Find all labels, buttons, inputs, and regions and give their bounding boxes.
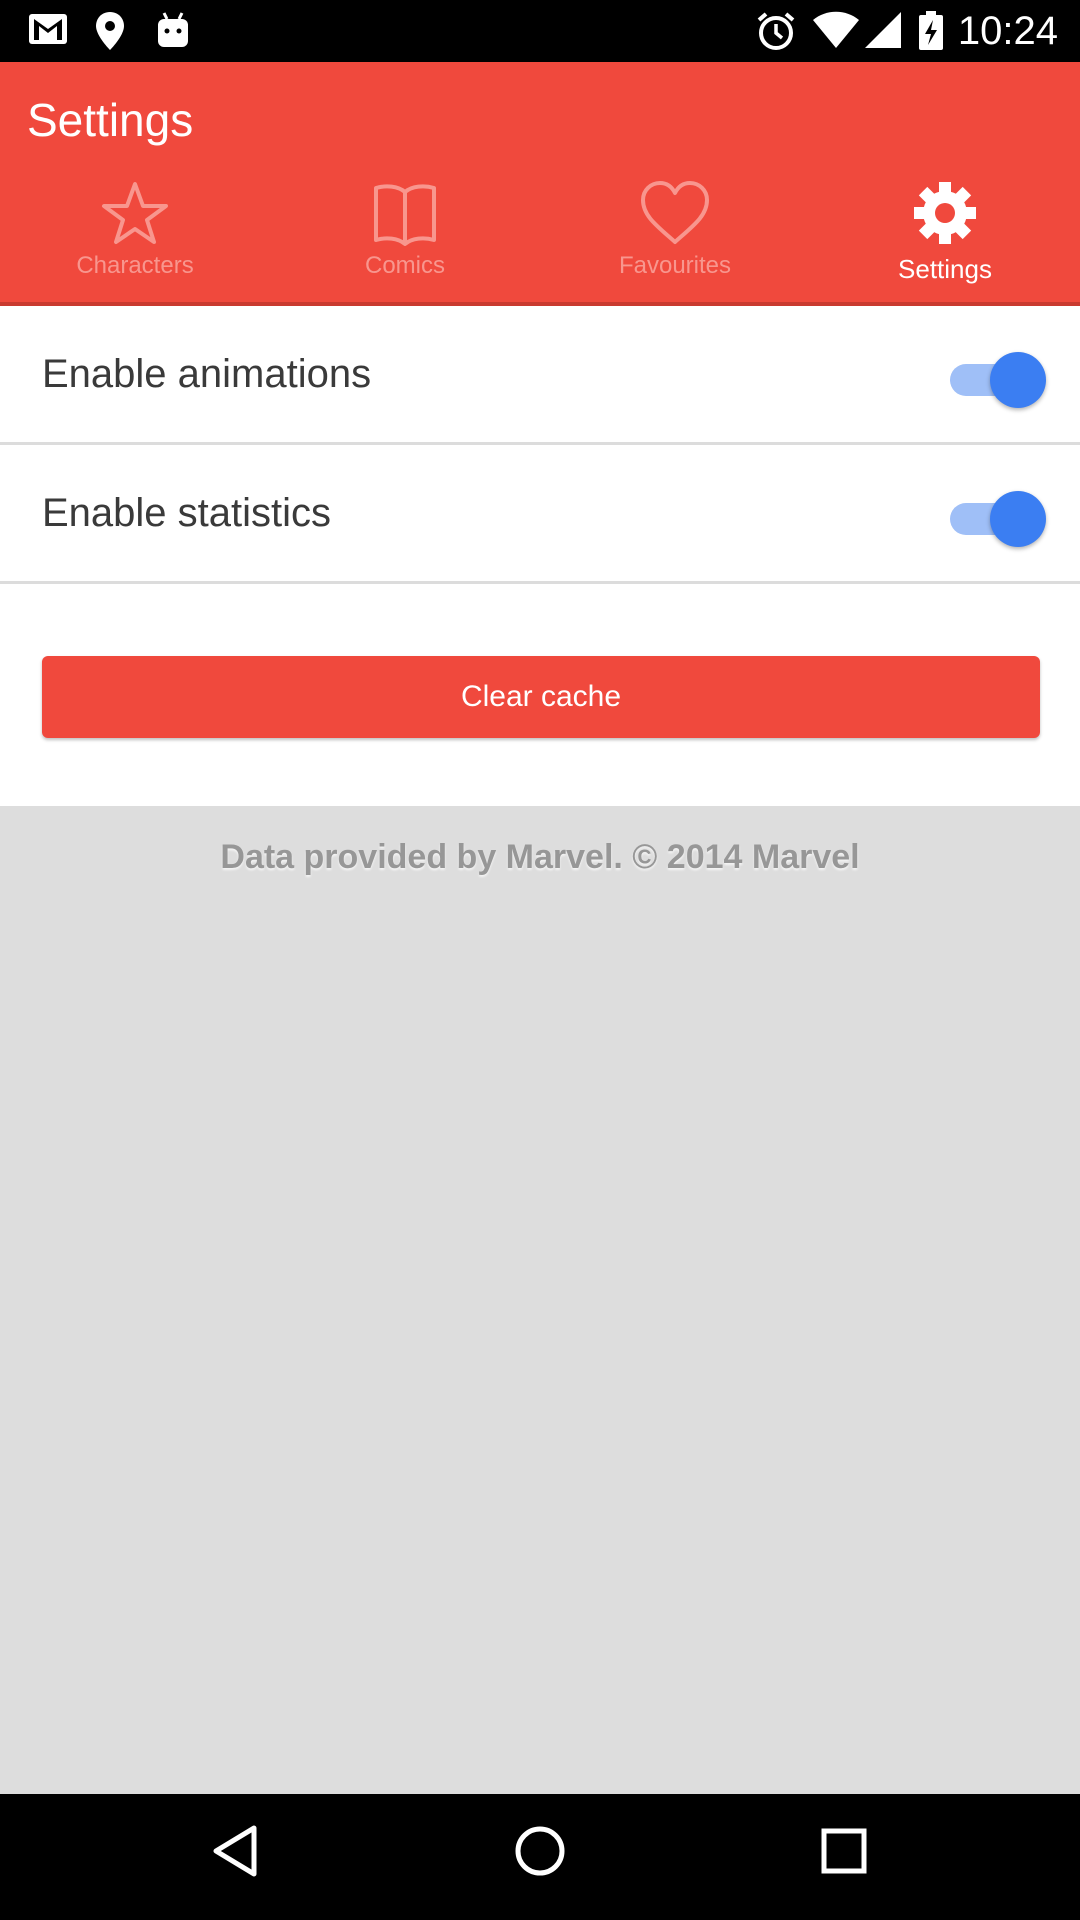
tab-favourites[interactable]: Favourites xyxy=(540,180,810,300)
tab-characters[interactable]: Characters xyxy=(0,180,270,300)
battery-charging-icon xyxy=(918,11,944,56)
setting-row-statistics: Enable statistics xyxy=(0,445,1080,584)
recents-icon[interactable] xyxy=(820,1824,868,1883)
gmail-icon xyxy=(28,11,68,52)
alarm-icon xyxy=(756,11,796,56)
statistics-toggle[interactable] xyxy=(950,490,1046,547)
tab-label: Comics xyxy=(364,252,445,279)
location-pin-icon xyxy=(94,11,126,56)
book-icon xyxy=(374,184,436,246)
tab-comics[interactable]: Comics xyxy=(270,180,540,300)
status-bar: 10:24 xyxy=(0,0,1080,62)
navigation-bar xyxy=(0,1794,1080,1920)
gear-icon xyxy=(914,182,976,244)
heart-icon xyxy=(641,181,709,244)
toggle-thumb xyxy=(990,352,1046,408)
wifi-icon xyxy=(812,11,860,54)
status-time: 10:24 xyxy=(957,9,1058,53)
attribution-text: Data provided by Marvel. © 2014 Marvel xyxy=(220,838,860,876)
star-icon xyxy=(102,182,168,244)
toggle-thumb xyxy=(990,491,1046,547)
setting-label: Enable statistics xyxy=(42,491,332,535)
back-icon[interactable] xyxy=(212,1824,258,1883)
home-icon[interactable] xyxy=(513,1824,567,1883)
tab-label: Characters xyxy=(76,252,194,279)
signal-icon xyxy=(864,11,902,54)
tab-settings[interactable]: Settings xyxy=(810,180,1080,300)
tab-label: Favourites xyxy=(618,252,732,279)
setting-row-animations: Enable animations xyxy=(0,306,1080,445)
page-title: Settings xyxy=(27,94,194,146)
setting-label: Enable animations xyxy=(42,352,372,396)
tab-label: Settings xyxy=(898,254,992,284)
settings-card: Enable animations Enable statistics Clea… xyxy=(0,306,1080,806)
android-icon xyxy=(156,11,190,54)
animations-toggle[interactable] xyxy=(950,351,1046,408)
app-bar: Settings Characters Comics Favourites Se… xyxy=(0,62,1080,302)
clear-cache-button[interactable]: Clear cache xyxy=(42,656,1040,738)
